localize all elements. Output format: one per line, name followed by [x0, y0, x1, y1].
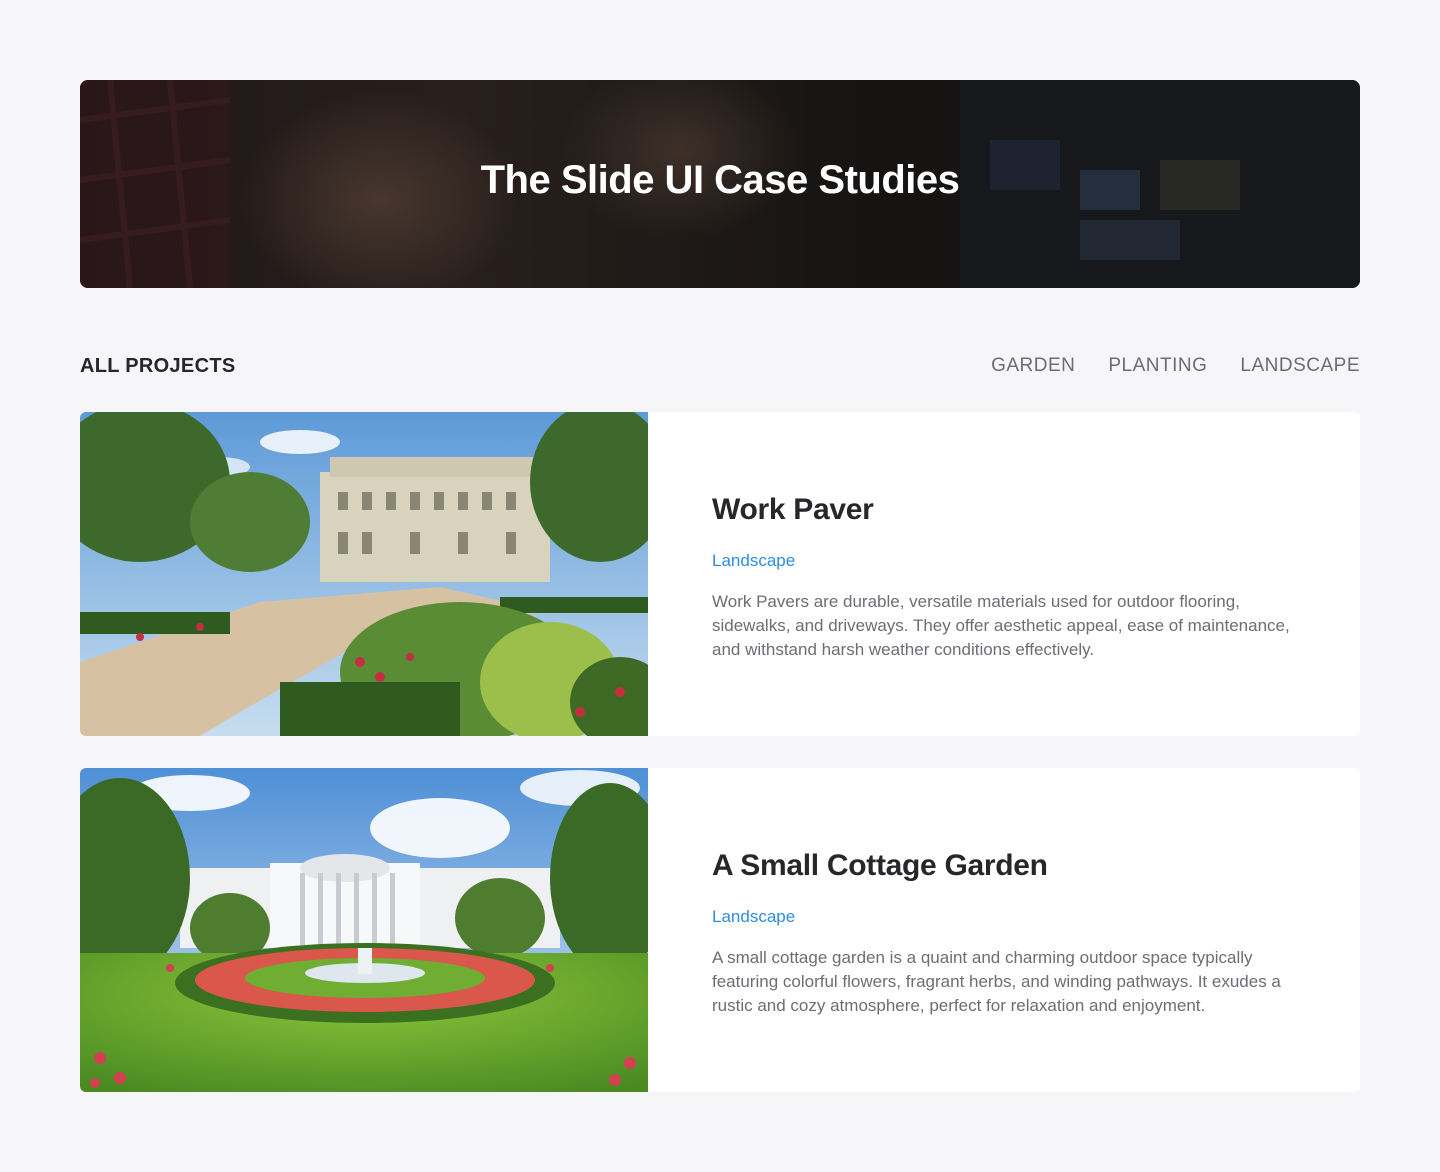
- project-filter-bar: ALL PROJECTS GARDEN PLANTING LANDSCAPE: [80, 352, 1360, 380]
- project-image[interactable]: [80, 768, 648, 1092]
- hero-banner: The Slide UI Case Studies: [80, 80, 1360, 288]
- tab-landscape[interactable]: LANDSCAPE: [1240, 355, 1360, 377]
- all-projects-tab[interactable]: ALL PROJECTS: [80, 355, 235, 378]
- project-card-body: A Small Cottage Garden Landscape A small…: [648, 768, 1360, 1092]
- page: The Slide UI Case Studies ALL PROJECTS G…: [0, 0, 1440, 1172]
- tab-garden[interactable]: GARDEN: [991, 355, 1075, 377]
- project-category-tag[interactable]: Landscape: [712, 550, 795, 572]
- project-title[interactable]: Work Paver: [712, 492, 1296, 528]
- mansion-garden-image: [80, 412, 648, 736]
- tab-planting[interactable]: PLANTING: [1108, 355, 1207, 377]
- hero-title: The Slide UI Case Studies: [480, 158, 960, 202]
- project-description: Work Pavers are durable, versatile mater…: [712, 592, 1290, 659]
- white-house-garden-image: [80, 768, 648, 1092]
- project-category-tag[interactable]: Landscape: [712, 906, 795, 928]
- project-title[interactable]: A Small Cottage Garden: [712, 848, 1296, 884]
- filter-tabs: GARDEN PLANTING LANDSCAPE: [991, 355, 1360, 377]
- project-card[interactable]: Work Paver Landscape Work Pavers are dur…: [80, 412, 1360, 736]
- project-card[interactable]: A Small Cottage Garden Landscape A small…: [80, 768, 1360, 1092]
- project-image[interactable]: [80, 412, 648, 736]
- project-description: A small cottage garden is a quaint and c…: [712, 948, 1281, 1015]
- project-card-body: Work Paver Landscape Work Pavers are dur…: [648, 412, 1360, 736]
